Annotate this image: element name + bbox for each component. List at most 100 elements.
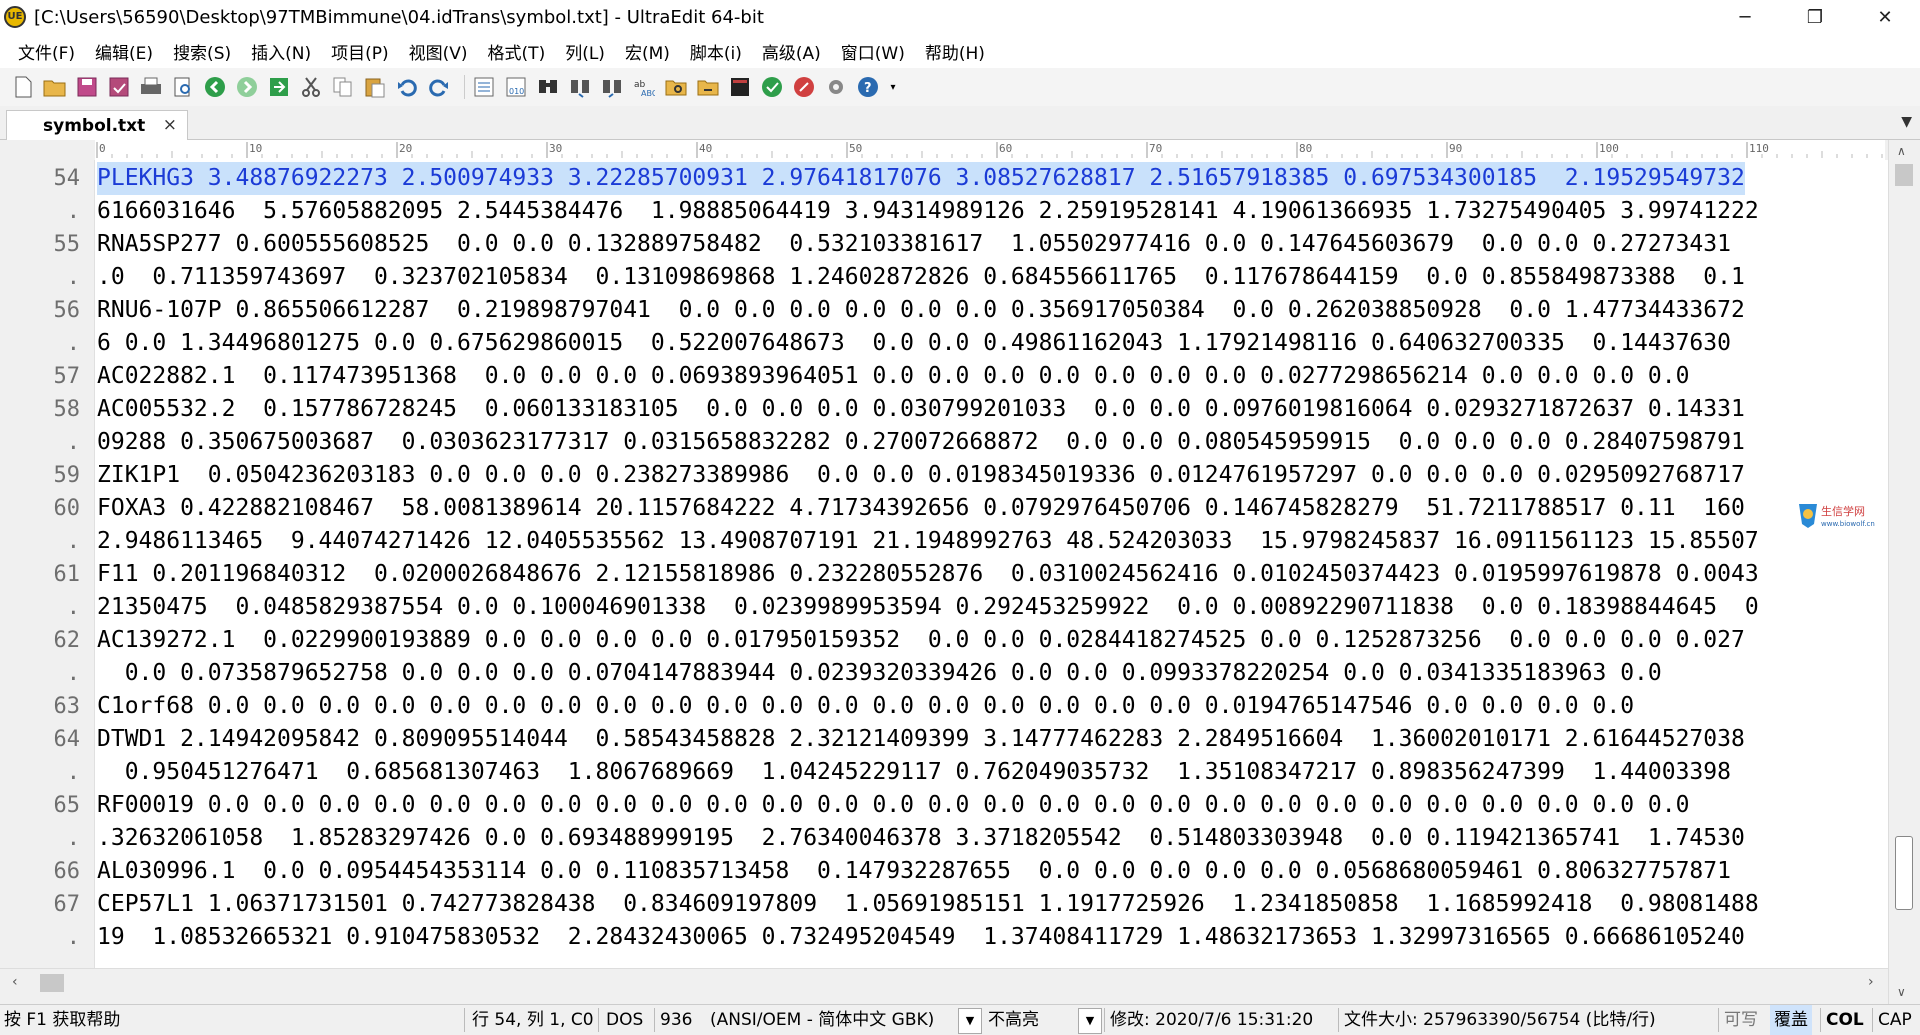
status-cursor-position[interactable]: 行 54, 列 1, C0: [472, 1005, 594, 1035]
hscrollbar-thumb[interactable]: [40, 974, 64, 992]
menu-project[interactable]: 项目(P): [321, 39, 399, 64]
new-file-icon[interactable]: [10, 74, 36, 100]
line-content[interactable]: C1orf68 0.0 0.0 0.0 0.0 0.0 0.0 0.0 0.0 …: [97, 690, 1634, 723]
paste-icon[interactable]: [362, 74, 388, 100]
line-content[interactable]: 0.950451276471 0.685681307463 1.80676896…: [97, 756, 1731, 789]
line-content[interactable]: .32632061058 1.85283297426 0.0 0.6934889…: [97, 822, 1745, 855]
text-line[interactable]: . 6166031646 5.57605882095 2.5445384476 1…: [0, 195, 1888, 228]
menu-search[interactable]: 搜索(S): [163, 39, 241, 64]
print-preview-icon[interactable]: [170, 74, 196, 100]
line-content[interactable]: FOXA3 0.422882108467 58.0081389614 20.11…: [97, 492, 1745, 525]
menu-advanced[interactable]: 高级(A): [752, 39, 831, 64]
forward-icon[interactable]: [234, 74, 260, 100]
help-icon[interactable]: ?: [855, 74, 881, 100]
text-line[interactable]: . 0.0 0.0735879652758 0.0 0.0 0.0 0.0704…: [0, 657, 1888, 690]
horizontal-scrollbar[interactable]: ‹ ›: [0, 968, 1888, 998]
encoding-dropdown-icon[interactable]: ▼: [958, 1008, 982, 1034]
text-line[interactable]: 65 RF00019 0.0 0.0 0.0 0.0 0.0 0.0 0.0 0.…: [0, 789, 1888, 822]
menu-help[interactable]: 帮助(H): [915, 39, 995, 64]
line-content[interactable]: 0.0 0.0735879652758 0.0 0.0 0.0 0.070414…: [97, 657, 1662, 690]
scrollbar-thumb[interactable]: [1895, 836, 1913, 910]
replace-files-icon[interactable]: [695, 74, 721, 100]
scroll-up-icon[interactable]: ∧: [1897, 144, 1906, 158]
text-line[interactable]: . 21350475 0.0485829387554 0.0 0.10004690…: [0, 591, 1888, 624]
line-content[interactable]: PLEKHG3 3.48876922273 2.500974933 3.2228…: [97, 162, 1745, 195]
hex-edit-icon[interactable]: [471, 74, 497, 100]
text-line[interactable]: 61 F11 0.201196840312 0.0200026848676 2.1…: [0, 558, 1888, 591]
find-files-icon[interactable]: [663, 74, 689, 100]
line-content[interactable]: AL030996.1 0.0 0.0954454353114 0.0 0.110…: [97, 855, 1731, 888]
line-content[interactable]: 09288 0.350675003687 0.0303623177317 0.0…: [97, 426, 1745, 459]
run-icon[interactable]: [759, 74, 785, 100]
text-line[interactable]: . 19 1.08532665321 0.910475830532 2.28432…: [0, 921, 1888, 954]
binary-icon[interactable]: 010: [503, 74, 529, 100]
line-content[interactable]: AC005532.2 0.157786728245 0.060133183105…: [97, 393, 1745, 426]
text-line[interactable]: 54 PLEKHG3 3.48876922273 2.500974933 3.22…: [0, 162, 1888, 195]
tab-list-dropdown-icon[interactable]: ▼: [1901, 114, 1912, 130]
spellcheck-icon[interactable]: ab ABC: [631, 74, 657, 100]
tab-symbol-txt[interactable]: symbol.txt ×: [6, 110, 188, 140]
status-column-mode[interactable]: COL: [1826, 1005, 1864, 1035]
line-content[interactable]: .0 0.711359743697 0.323702105834 0.13109…: [97, 261, 1745, 294]
menu-view[interactable]: 视图(V): [399, 39, 478, 64]
status-encoding[interactable]: (ANSI/OEM - 简体中文 GBK): [710, 1005, 934, 1035]
save-icon[interactable]: [74, 74, 100, 100]
editor-area[interactable]: 54 PLEKHG3 3.48876922273 2.500974933 3.22…: [0, 160, 1888, 968]
back-icon[interactable]: [202, 74, 228, 100]
text-line[interactable]: 67 CEP57L1 1.06371731501 0.742773828438 0…: [0, 888, 1888, 921]
undo-icon[interactable]: [394, 74, 420, 100]
text-line[interactable]: 66 AL030996.1 0.0 0.0954454353114 0.0 0.1…: [0, 855, 1888, 888]
line-content[interactable]: AC022882.1 0.117473951368 0.0 0.0 0.0 0.…: [97, 360, 1689, 393]
redo-icon[interactable]: [426, 74, 452, 100]
menu-insert[interactable]: 插入(N): [241, 39, 321, 64]
line-content[interactable]: 19 1.08532665321 0.910475830532 2.284324…: [97, 921, 1745, 954]
find-icon[interactable]: [535, 74, 561, 100]
menu-script[interactable]: 脚本(i): [680, 39, 752, 64]
status-highlight-mode[interactable]: 不高亮: [988, 1005, 1039, 1035]
line-content[interactable]: RNA5SP277 0.600555608525 0.0 0.0 0.13288…: [97, 228, 1731, 261]
text-line[interactable]: 55 RNA5SP277 0.600555608525 0.0 0.0 0.132…: [0, 228, 1888, 261]
line-content[interactable]: RNU6-107P 0.865506612287 0.219898797041 …: [97, 294, 1745, 327]
text-line[interactable]: 62 AC139272.1 0.0229900193889 0.0 0.0 0.0…: [0, 624, 1888, 657]
text-line[interactable]: . 2.9486113465 9.44074271426 12.040553556…: [0, 525, 1888, 558]
print-icon[interactable]: [138, 74, 164, 100]
save-all-icon[interactable]: [106, 74, 132, 100]
line-content[interactable]: 6 0.0 1.34496801275 0.0 0.675629860015 0…: [97, 327, 1731, 360]
text-line[interactable]: 56 RNU6-107P 0.865506612287 0.21989879704…: [0, 294, 1888, 327]
find-prev-icon[interactable]: [599, 74, 625, 100]
scroll-left-icon[interactable]: ‹: [12, 974, 18, 990]
find-next-icon[interactable]: [567, 74, 593, 100]
cut-icon[interactable]: [298, 74, 324, 100]
vertical-scrollbar[interactable]: ∧ ∨: [1888, 140, 1920, 1010]
minimize-button[interactable]: ─: [1710, 0, 1780, 34]
toolbar-overflow-icon[interactable]: ▾: [887, 74, 899, 100]
tab-close-icon[interactable]: ×: [163, 115, 177, 135]
text-line[interactable]: . 0.950451276471 0.685681307463 1.806768…: [0, 756, 1888, 789]
text-line[interactable]: . .32632061058 1.85283297426 0.0 0.693488…: [0, 822, 1888, 855]
status-insert-mode[interactable]: 覆盖: [1770, 1005, 1812, 1035]
text-line[interactable]: 60 FOXA3 0.422882108467 58.0081389614 20.…: [0, 492, 1888, 525]
line-content[interactable]: F11 0.201196840312 0.0200026848676 2.121…: [97, 558, 1759, 591]
settings-icon[interactable]: [823, 74, 849, 100]
text-line[interactable]: . 09288 0.350675003687 0.0303623177317 0.…: [0, 426, 1888, 459]
menu-format[interactable]: 格式(T): [478, 39, 556, 64]
line-content[interactable]: DTWD1 2.14942095842 0.809095514044 0.585…: [97, 723, 1745, 756]
menu-file[interactable]: 文件(F): [8, 39, 85, 64]
line-content[interactable]: CEP57L1 1.06371731501 0.742773828438 0.8…: [97, 888, 1759, 921]
close-button[interactable]: ✕: [1850, 0, 1920, 34]
status-codepage[interactable]: 936: [660, 1005, 692, 1035]
highlight-dropdown-icon[interactable]: ▼: [1078, 1008, 1102, 1034]
line-content[interactable]: 6166031646 5.57605882095 2.5445384476 1.…: [97, 195, 1759, 228]
line-content[interactable]: ZIK1P1 0.0504236203183 0.0 0.0 0.0 0.238…: [97, 459, 1745, 492]
text-line[interactable]: 63 C1orf68 0.0 0.0 0.0 0.0 0.0 0.0 0.0 0.…: [0, 690, 1888, 723]
line-content[interactable]: RF00019 0.0 0.0 0.0 0.0 0.0 0.0 0.0 0.0 …: [97, 789, 1689, 822]
line-content[interactable]: 2.9486113465 9.44074271426 12.0405535562…: [97, 525, 1759, 558]
text-line[interactable]: 64 DTWD1 2.14942095842 0.809095514044 0.5…: [0, 723, 1888, 756]
scrollbar-thumb-top[interactable]: [1895, 164, 1913, 186]
menu-macro[interactable]: 宏(M): [615, 39, 680, 64]
line-content[interactable]: AC139272.1 0.0229900193889 0.0 0.0 0.0 0…: [97, 624, 1745, 657]
menu-edit[interactable]: 编辑(E): [85, 39, 163, 64]
status-line-ending[interactable]: DOS: [606, 1005, 643, 1035]
goto-icon[interactable]: [266, 74, 292, 100]
text-line[interactable]: . .0 0.711359743697 0.323702105834 0.1310…: [0, 261, 1888, 294]
